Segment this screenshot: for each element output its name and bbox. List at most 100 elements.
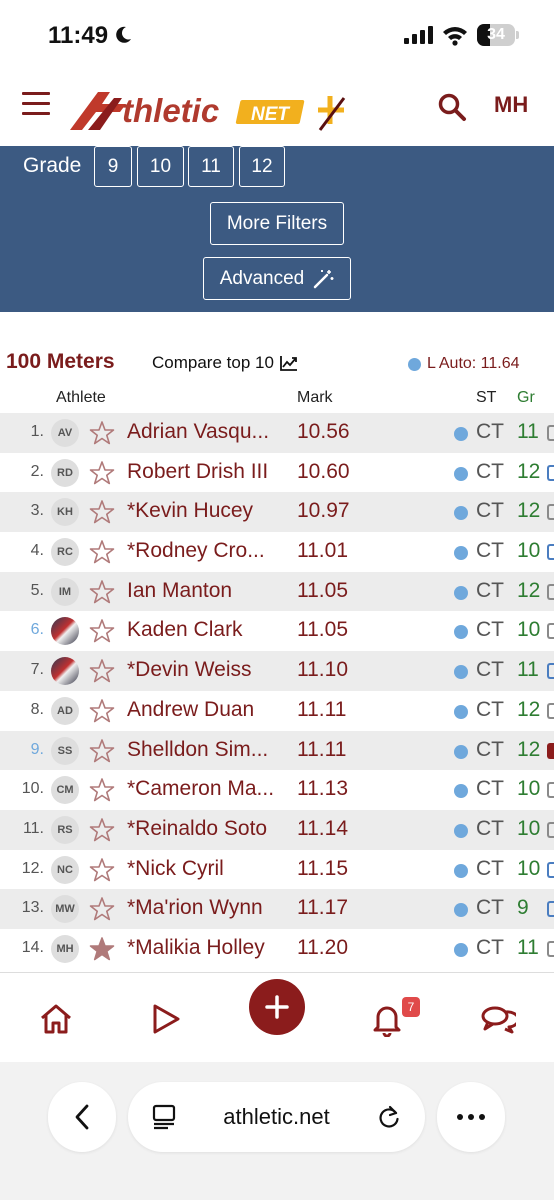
mark-value[interactable]: 11.20 bbox=[297, 936, 348, 960]
favorite-star-icon[interactable] bbox=[89, 698, 115, 724]
favorite-star-icon[interactable] bbox=[89, 817, 115, 843]
back-button[interactable] bbox=[48, 1082, 116, 1152]
mark-value[interactable]: 11.01 bbox=[297, 539, 348, 563]
table-row[interactable]: 6. Kaden Clark 11.05 CT 10 bbox=[0, 611, 554, 651]
athlete-name-link[interactable]: Ian Manton bbox=[127, 579, 232, 603]
athletic-net-logo[interactable]: thletic NET bbox=[68, 84, 348, 134]
home-icon[interactable] bbox=[38, 1001, 74, 1037]
notifications-bell-icon[interactable] bbox=[369, 1001, 405, 1037]
athlete-name-link[interactable]: Andrew Duan bbox=[127, 698, 254, 722]
play-icon[interactable] bbox=[148, 1001, 184, 1037]
team-logo-icon[interactable] bbox=[547, 623, 554, 640]
table-row[interactable]: 1. AV Adrian Vasqu... 10.56 CT 11 bbox=[0, 413, 554, 453]
favorite-star-icon[interactable] bbox=[89, 539, 115, 565]
column-grade[interactable]: Gr bbox=[517, 389, 535, 407]
table-row[interactable]: 11. RS *Reinaldo Soto 11.14 CT 10 bbox=[0, 809, 554, 850]
mark-value[interactable]: 11.11 bbox=[297, 738, 346, 762]
team-logo-icon[interactable] bbox=[547, 544, 554, 561]
table-row[interactable]: 3. KH *Kevin Hucey 10.97 CT 12 bbox=[0, 492, 554, 533]
athlete-name-link[interactable]: *Malikia Holley bbox=[127, 936, 265, 960]
mark-value[interactable]: 11.14 bbox=[297, 817, 348, 841]
mark-value[interactable]: 11.15 bbox=[297, 857, 348, 881]
mark-value[interactable]: 11.05 bbox=[297, 618, 348, 642]
avatar[interactable]: RC bbox=[51, 538, 79, 567]
team-logo-icon[interactable] bbox=[547, 504, 554, 521]
athlete-name-link[interactable]: *Devin Weiss bbox=[127, 658, 251, 682]
avatar[interactable]: AV bbox=[51, 419, 79, 447]
grade-filter-12[interactable]: 12 bbox=[239, 146, 285, 187]
team-logo-icon[interactable] bbox=[547, 663, 554, 680]
team-logo-icon[interactable] bbox=[547, 425, 554, 441]
favorite-star-icon[interactable] bbox=[89, 618, 115, 644]
avatar[interactable]: MH bbox=[51, 934, 79, 963]
reload-icon[interactable] bbox=[377, 1104, 401, 1130]
search-icon[interactable] bbox=[437, 92, 467, 122]
address-bar[interactable]: athletic.net bbox=[128, 1082, 425, 1152]
grade-filter-10[interactable]: 10 bbox=[137, 146, 184, 187]
avatar[interactable]: SS bbox=[51, 736, 79, 765]
messages-icon[interactable] bbox=[480, 1001, 516, 1037]
mark-value[interactable]: 11.10 bbox=[297, 658, 348, 682]
table-row[interactable]: 4. RC *Rodney Cro... 11.01 CT 10 bbox=[0, 532, 554, 572]
athlete-name-link[interactable]: *Ma'rion Wynn bbox=[127, 896, 263, 920]
table-row[interactable]: 8. AD Andrew Duan 11.11 CT 12 bbox=[0, 691, 554, 731]
athlete-name-link[interactable]: Robert Drish III bbox=[127, 460, 268, 484]
team-logo-icon[interactable] bbox=[547, 821, 554, 838]
favorite-star-icon[interactable] bbox=[89, 460, 115, 486]
favorite-star-icon[interactable] bbox=[89, 420, 115, 446]
mark-value[interactable]: 10.60 bbox=[297, 460, 350, 484]
grade-filter-11[interactable]: 11 bbox=[188, 146, 234, 187]
avatar[interactable] bbox=[51, 617, 79, 646]
avatar[interactable]: IM bbox=[51, 577, 79, 606]
team-logo-icon[interactable] bbox=[547, 742, 554, 759]
team-logo-icon[interactable] bbox=[547, 901, 554, 918]
team-logo-icon[interactable] bbox=[547, 861, 554, 878]
favorite-star-icon[interactable] bbox=[89, 579, 115, 605]
athlete-name-link[interactable]: Kaden Clark bbox=[127, 618, 243, 642]
advanced-button[interactable]: Advanced bbox=[203, 257, 351, 300]
table-row[interactable]: 5. IM Ian Manton 11.05 CT 12 bbox=[0, 571, 554, 612]
mark-value[interactable]: 11.13 bbox=[297, 777, 348, 801]
more-filters-button[interactable]: More Filters bbox=[210, 202, 344, 245]
athlete-name-link[interactable]: *Reinaldo Soto bbox=[127, 817, 267, 841]
athlete-name-link[interactable]: *Nick Cyril bbox=[127, 857, 224, 881]
table-row[interactable]: 9. SS Shelldon Sim... 11.11 CT 12 bbox=[0, 730, 554, 771]
more-options-button[interactable] bbox=[437, 1082, 505, 1152]
avatar[interactable]: NC bbox=[51, 855, 79, 884]
athlete-name-link[interactable]: *Kevin Hucey bbox=[127, 499, 253, 523]
favorite-star-icon[interactable] bbox=[89, 857, 115, 883]
compare-top-10-link[interactable]: Compare top 10 bbox=[152, 353, 298, 373]
athlete-name-link[interactable]: Shelldon Sim... bbox=[127, 738, 268, 762]
team-logo-icon[interactable] bbox=[547, 782, 554, 799]
table-row[interactable]: 13. MW *Ma'rion Wynn 11.17 CT 9 bbox=[0, 889, 554, 929]
favorite-star-icon[interactable] bbox=[89, 936, 115, 962]
column-mark[interactable]: Mark bbox=[297, 389, 333, 407]
athlete-name-link[interactable]: Adrian Vasqu... bbox=[127, 420, 269, 444]
favorite-star-icon[interactable] bbox=[89, 738, 115, 764]
mark-value[interactable]: 11.05 bbox=[297, 579, 348, 603]
team-logo-icon[interactable] bbox=[547, 940, 554, 957]
user-account-button[interactable]: MH bbox=[494, 92, 528, 118]
team-logo-icon[interactable] bbox=[547, 464, 554, 481]
grade-filter-9[interactable]: 9 bbox=[94, 146, 132, 187]
table-row[interactable]: 14. MH *Malikia Holley 11.20 CT 11 bbox=[0, 929, 554, 969]
avatar[interactable] bbox=[51, 657, 79, 686]
favorite-star-icon[interactable] bbox=[89, 777, 115, 803]
mark-value[interactable]: 10.97 bbox=[297, 499, 350, 523]
table-row[interactable]: 12. NC *Nick Cyril 11.15 CT 10 bbox=[0, 850, 554, 890]
avatar[interactable]: CM bbox=[51, 776, 79, 805]
avatar[interactable]: KH bbox=[51, 498, 79, 527]
athlete-name-link[interactable]: *Rodney Cro... bbox=[127, 539, 265, 563]
table-row[interactable]: 7. *Devin Weiss 11.10 CT 11 bbox=[0, 651, 554, 691]
table-row[interactable]: 2. RD Robert Drish III 10.60 CT 12 bbox=[0, 453, 554, 493]
add-button[interactable] bbox=[249, 979, 305, 1035]
avatar[interactable]: RS bbox=[51, 815, 79, 844]
avatar[interactable]: AD bbox=[51, 696, 79, 725]
favorite-star-icon[interactable] bbox=[89, 896, 115, 922]
mark-value[interactable]: 11.11 bbox=[297, 698, 346, 722]
avatar[interactable]: RD bbox=[51, 458, 79, 487]
team-logo-icon[interactable] bbox=[547, 702, 554, 719]
mark-value[interactable]: 10.56 bbox=[297, 420, 350, 444]
reader-mode-icon[interactable] bbox=[152, 1104, 176, 1130]
athlete-name-link[interactable]: *Cameron Ma... bbox=[127, 777, 274, 801]
